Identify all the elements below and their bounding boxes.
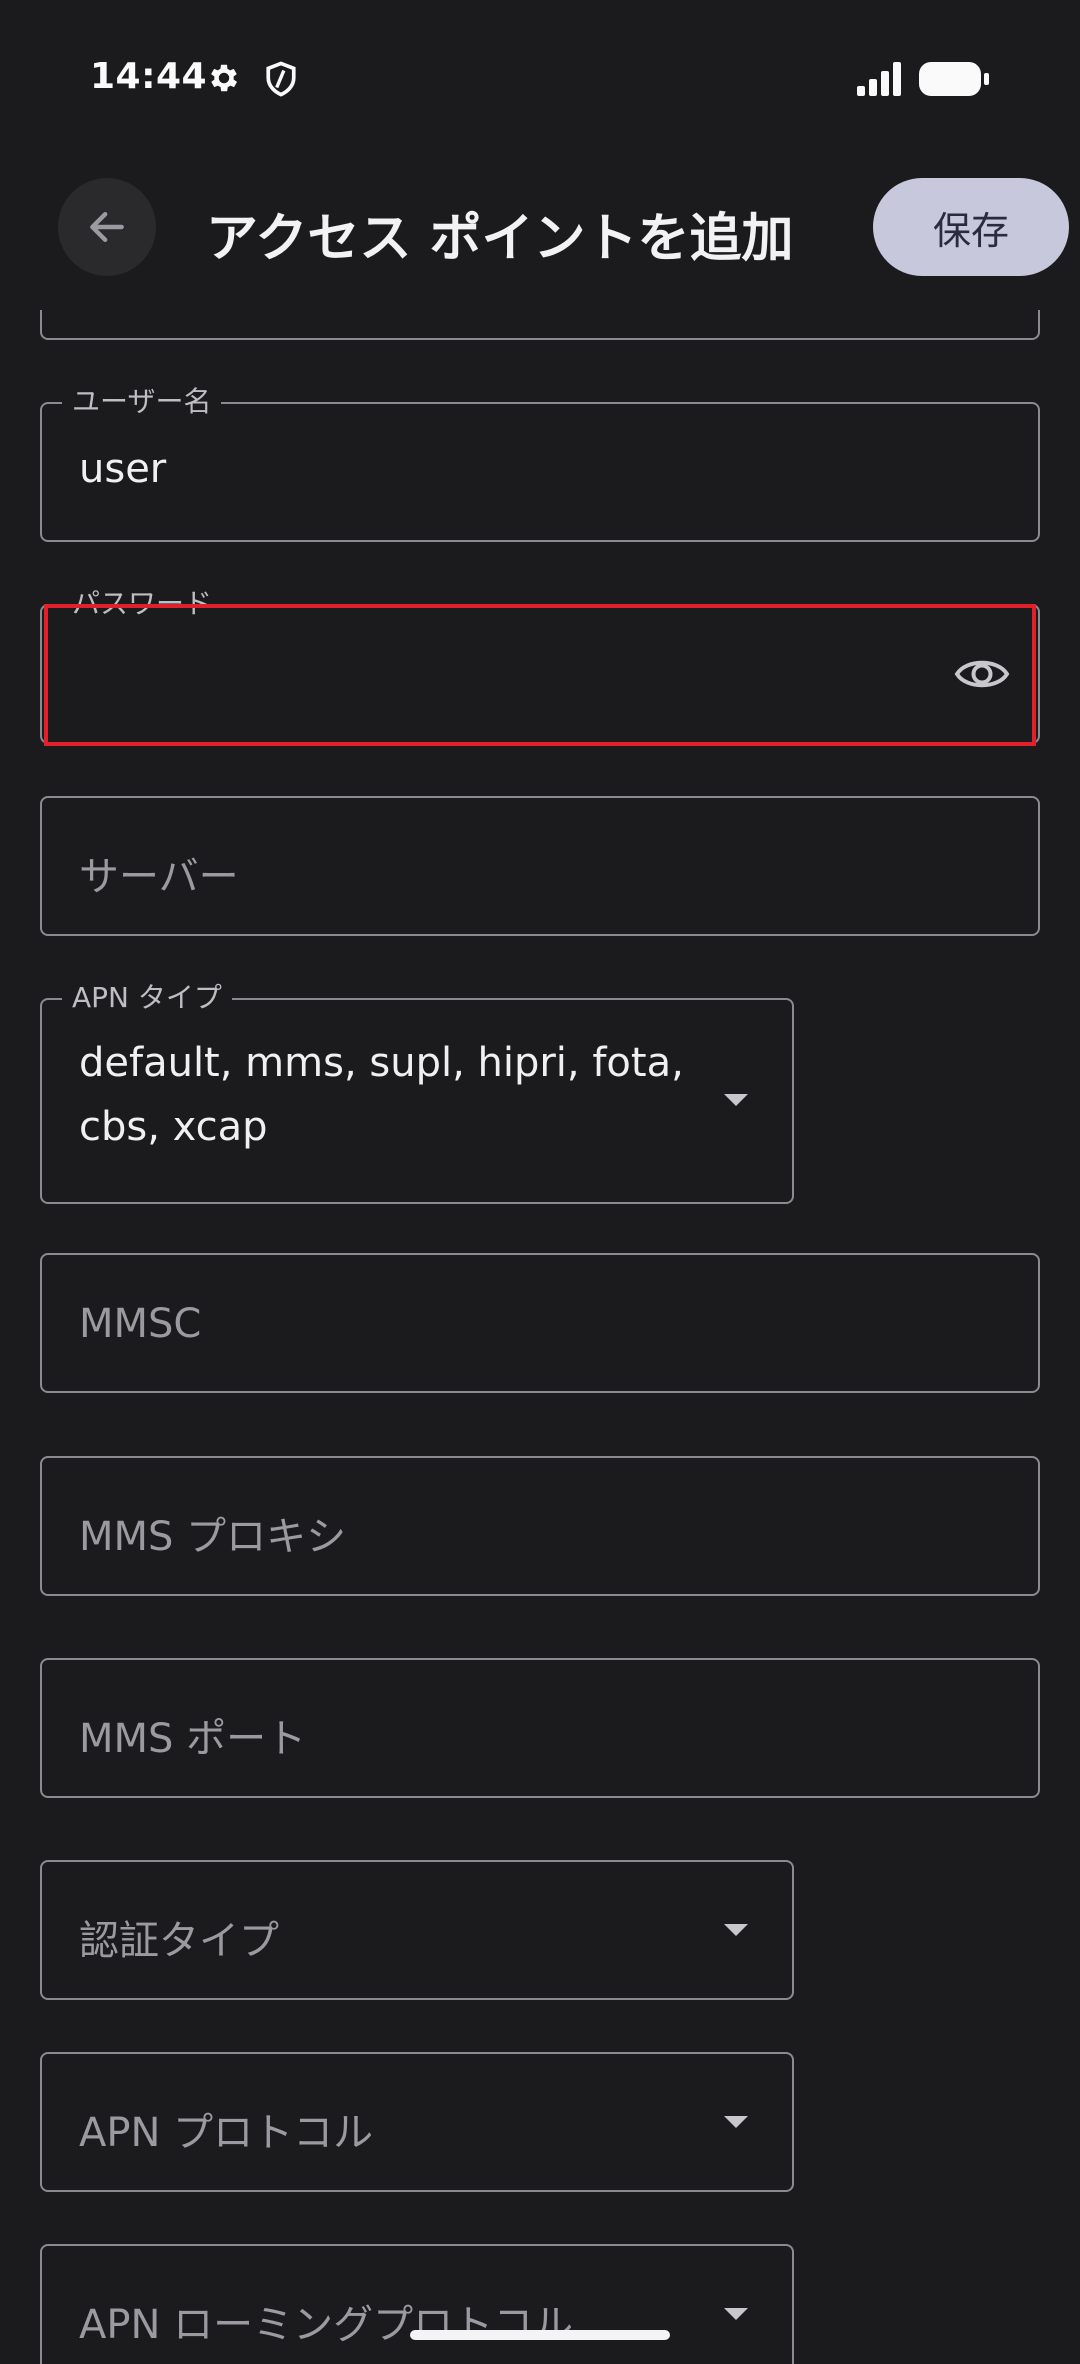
mms-port-field[interactable]: MMS ポート (40, 1658, 1040, 1798)
back-button[interactable] (58, 178, 156, 276)
apn-type-value-line1: default, mms, supl, hipri, fota, (79, 1040, 684, 1086)
server-placeholder: サーバー (79, 854, 239, 900)
gear-icon (211, 64, 238, 92)
username-value: user (79, 446, 167, 492)
apn-protocol-placeholder: APN プロトコル (79, 2110, 374, 2156)
password-label: パスワード (62, 586, 223, 622)
page-title: アクセス ポイントを追加 (206, 209, 794, 269)
app-bar: アクセス ポイントを追加 保存 (0, 150, 1080, 310)
chevron-down-icon (724, 2308, 748, 2320)
chevron-down-icon (724, 2116, 748, 2128)
chevron-down-icon (724, 1094, 748, 1106)
apn-type-label: APN タイプ (62, 980, 232, 1016)
battery-icon (919, 62, 989, 96)
home-indicator[interactable] (410, 2330, 670, 2340)
signal-icon (857, 62, 901, 96)
mms-proxy-placeholder: MMS プロキシ (79, 1514, 347, 1560)
chevron-down-icon (724, 1924, 748, 1936)
server-field[interactable]: サーバー (40, 796, 1040, 936)
mmsc-field[interactable]: MMSC (40, 1253, 1040, 1393)
status-bar: 14:44 (0, 0, 1080, 150)
apn-type-value-line2: cbs, xcap (79, 1104, 268, 1150)
shield-icon (266, 61, 296, 97)
mms-proxy-field[interactable]: MMS プロキシ (40, 1456, 1040, 1596)
username-label: ユーザー名 (62, 384, 222, 420)
mmsc-placeholder: MMSC (79, 1301, 202, 1347)
auth-type-field[interactable]: 認証タイプ (40, 1860, 794, 2000)
eye-icon[interactable] (954, 650, 1010, 698)
save-button[interactable]: 保存 (873, 178, 1069, 276)
apn-roaming-protocol-placeholder: APN ローミングプロトコル (79, 2302, 574, 2348)
apn-type-field[interactable]: APN タイプ default, mms, supl, hipri, fota,… (40, 980, 794, 1204)
password-field[interactable]: パスワード (40, 586, 1040, 744)
apn-roaming-protocol-field[interactable]: APN ローミングプロトコル (40, 2244, 794, 2364)
apn-protocol-field[interactable]: APN プロトコル (40, 2052, 794, 2192)
mms-port-placeholder: MMS ポート (79, 1716, 307, 1762)
status-time: 14:44 (90, 56, 208, 97)
username-field[interactable]: ユーザー名 user (40, 384, 1040, 542)
auth-type-placeholder: 認証タイプ (79, 1918, 279, 1964)
arrow-left-icon (90, 211, 124, 243)
